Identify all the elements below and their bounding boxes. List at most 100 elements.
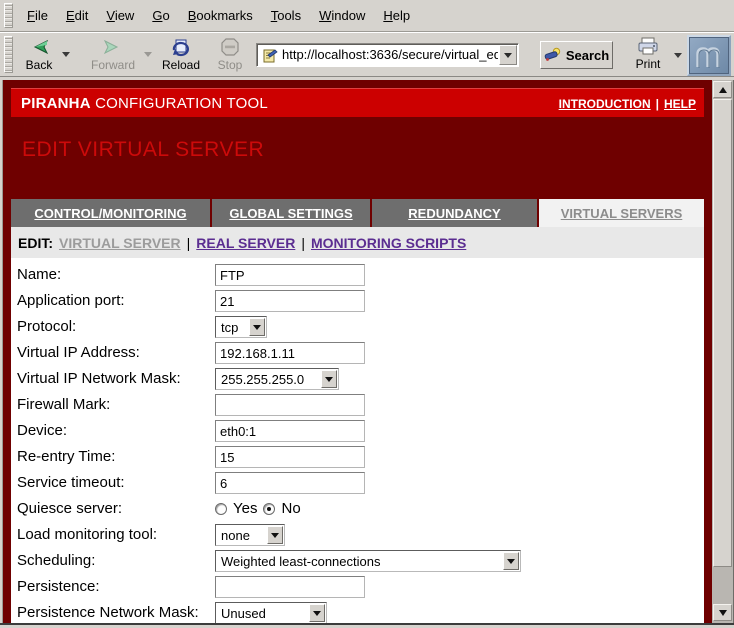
device-input[interactable]: [215, 420, 365, 442]
form-row-persistence-netmask: Persistence Network Mask: Unused: [11, 600, 704, 623]
scroll-up-icon: [719, 87, 727, 93]
header-links: INTRODUCTION | HELP: [559, 89, 696, 118]
url-history-dropdown[interactable]: [499, 45, 517, 65]
protocol-select[interactable]: tcp: [215, 316, 267, 338]
scheduling-select[interactable]: Weighted least-connections: [215, 550, 521, 572]
form-row-protocol: Protocol: tcp: [11, 314, 704, 340]
vertical-scrollbar[interactable]: [712, 80, 733, 623]
form-row-quiesce-server: Quiesce server: Yes No: [11, 496, 704, 522]
subnav-separator-1: |: [187, 235, 191, 251]
service-timeout-label: Service timeout:: [17, 474, 125, 491]
quiesce-yes-radio[interactable]: [215, 503, 227, 515]
reentry-time-label: Re-entry Time:: [17, 448, 115, 465]
search-button[interactable]: Search: [540, 41, 613, 69]
window-bottom-edge: [0, 623, 734, 628]
menu-file[interactable]: File: [18, 4, 57, 27]
application-port-input[interactable]: [215, 290, 365, 312]
virtual-ip-netmask-value: 255.255.255.0: [221, 372, 304, 387]
url-proxy-icon[interactable]: [262, 48, 278, 64]
forward-label: Forward: [84, 58, 142, 72]
virtual-ip-netmask-select[interactable]: 255.255.255.0: [215, 368, 339, 390]
header-link-separator: |: [656, 97, 659, 111]
print-dropdown-icon[interactable]: [674, 53, 682, 58]
tab-control-monitoring[interactable]: CONTROL/MONITORING: [11, 199, 210, 227]
form-row-scheduling: Scheduling: Weighted least-connections: [11, 548, 704, 574]
load-monitoring-label: Load monitoring tool:: [17, 526, 157, 543]
back-icon: [28, 37, 50, 57]
menu-help[interactable]: Help: [374, 4, 419, 27]
form-row-name: Name:: [11, 262, 704, 288]
menubar-grippy-handle[interactable]: [4, 3, 13, 28]
url-bar[interactable]: http://localhost:3636/secure/virtual_edi…: [256, 43, 519, 67]
persistence-netmask-select-arrow[interactable]: [309, 604, 325, 622]
menu-edit[interactable]: Edit: [57, 4, 97, 27]
persistence-label: Persistence:: [17, 578, 100, 595]
back-button[interactable]: Back: [16, 35, 62, 75]
page-title: EDIT VIRTUAL SERVER: [22, 138, 264, 162]
reload-button[interactable]: Reload: [156, 35, 206, 75]
quiesce-no-label[interactable]: No: [281, 500, 300, 517]
introduction-link[interactable]: INTRODUCTION: [559, 97, 651, 111]
device-label: Device:: [17, 422, 67, 439]
url-input[interactable]: http://localhost:3636/secure/virtual_edi…: [282, 47, 498, 62]
quiesce-yes-label[interactable]: Yes: [233, 500, 257, 517]
tab-global-settings[interactable]: GLOBAL SETTINGS: [212, 199, 370, 227]
menu-go[interactable]: Go: [143, 4, 178, 27]
page-content: PIRANHA CONFIGURATION TOOL INTRODUCTION …: [3, 80, 712, 623]
search-icon: [544, 47, 562, 63]
name-label: Name:: [17, 266, 61, 283]
firewall-mark-input[interactable]: [215, 394, 365, 416]
print-button[interactable]: Print: [627, 35, 669, 75]
chevron-down-icon: [504, 53, 512, 58]
back-label: Back: [16, 58, 62, 72]
persistence-input[interactable]: [215, 576, 365, 598]
form-row-application-port: Application port:: [11, 288, 704, 314]
real-server-link[interactable]: REAL SERVER: [196, 235, 295, 251]
app-title-rest: CONFIGURATION TOOL: [91, 95, 268, 112]
firewall-mark-label: Firewall Mark:: [17, 396, 110, 413]
load-monitoring-select[interactable]: none: [215, 524, 285, 546]
chevron-down-icon: [325, 377, 333, 382]
scheduling-select-arrow[interactable]: [503, 552, 519, 570]
subnav-current-virtual-server: VIRTUAL SERVER: [59, 235, 181, 251]
name-input[interactable]: [215, 264, 365, 286]
service-timeout-input[interactable]: [215, 472, 365, 494]
menu-window[interactable]: Window: [310, 4, 374, 27]
tab-redundancy[interactable]: REDUNDANCY: [372, 199, 537, 227]
form-row-firewall-mark: Firewall Mark:: [11, 392, 704, 418]
menu-items: File Edit View Go Bookmarks Tools Window…: [18, 0, 419, 31]
subnav-separator-2: |: [301, 235, 305, 251]
toolbar-grippy-handle[interactable]: [4, 36, 13, 73]
menu-bar: File Edit View Go Bookmarks Tools Window…: [0, 0, 734, 32]
menu-tools[interactable]: Tools: [262, 4, 310, 27]
scrollbar-thumb[interactable]: [713, 99, 732, 567]
protocol-label: Protocol:: [17, 318, 76, 335]
navigation-toolbar: Back Forward Reload Stop http://localhos…: [0, 32, 734, 77]
menu-view[interactable]: View: [97, 4, 143, 27]
load-monitoring-select-arrow[interactable]: [267, 526, 283, 544]
edit-subnav: EDIT: VIRTUAL SERVER | REAL SERVER | MON…: [11, 227, 704, 258]
monitoring-scripts-link[interactable]: MONITORING SCRIPTS: [311, 235, 466, 251]
reload-icon: [170, 37, 192, 57]
quiesce-no-radio[interactable]: [263, 503, 275, 515]
virtual-ip-input[interactable]: [215, 342, 365, 364]
reentry-time-input[interactable]: [215, 446, 365, 468]
mozilla-logo[interactable]: [687, 35, 731, 76]
scroll-up-button[interactable]: [713, 81, 732, 98]
form-row-virtual-ip: Virtual IP Address:: [11, 340, 704, 366]
print-label: Print: [627, 57, 669, 71]
help-link[interactable]: HELP: [664, 97, 696, 111]
scroll-down-button[interactable]: [713, 604, 732, 621]
back-dropdown-icon[interactable]: [62, 52, 70, 57]
tab-virtual-servers[interactable]: VIRTUAL SERVERS: [539, 199, 704, 227]
form-row-virtual-ip-netmask: Virtual IP Network Mask: 255.255.255.0: [11, 366, 704, 392]
persistence-netmask-select[interactable]: Unused: [215, 602, 327, 623]
form-row-service-timeout: Service timeout:: [11, 470, 704, 496]
menu-bookmarks[interactable]: Bookmarks: [179, 4, 262, 27]
protocol-select-arrow[interactable]: [249, 318, 265, 336]
virtual-ip-netmask-select-arrow[interactable]: [321, 370, 337, 388]
protocol-value: tcp: [221, 320, 238, 335]
quiesce-radio-group: Yes No: [215, 500, 301, 517]
forward-button[interactable]: Forward: [84, 35, 142, 75]
app-header: PIRANHA CONFIGURATION TOOL INTRODUCTION …: [11, 88, 704, 117]
